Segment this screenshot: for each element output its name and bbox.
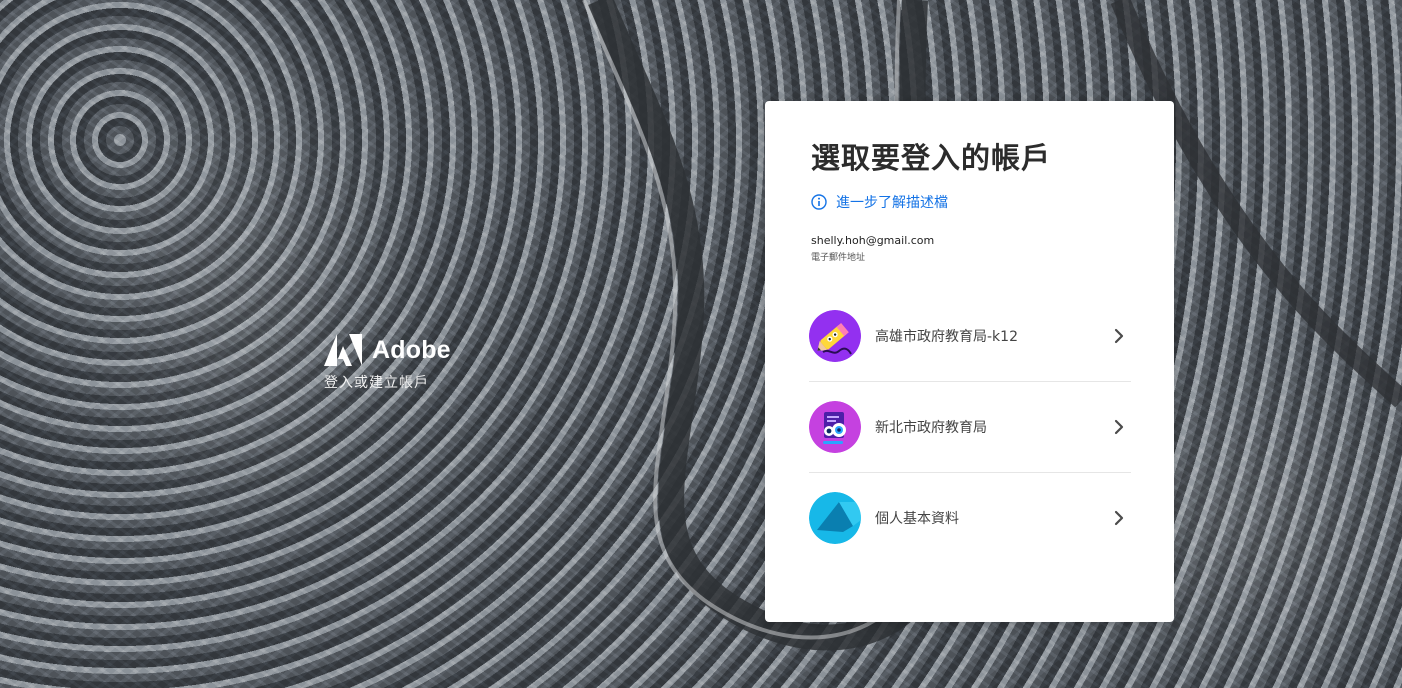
account-list: 高雄市政府教育局-k12 新北市政府教育局 個人基本資料 [809, 291, 1131, 563]
card-title: 選取要登入的帳戶 [811, 141, 1052, 175]
pencil-avatar-icon [809, 310, 861, 362]
learn-more-link[interactable]: 進一步了解描述檔 [811, 192, 948, 212]
account-row-new-taipei[interactable]: 新北市政府教育局 [809, 382, 1131, 473]
email-value: shelly.hoh@gmail.com [811, 234, 935, 247]
learn-more-label: 進一步了解描述檔 [836, 195, 948, 211]
chevron-right-icon [1114, 510, 1124, 526]
brand-row: Adobe [324, 334, 451, 366]
adobe-logo-icon [324, 334, 362, 366]
account-name: 高雄市政府教育局-k12 [875, 329, 1018, 345]
adobe-brand: Adobe 登入或建立帳戶 [324, 334, 451, 392]
brand-subtitle: 登入或建立帳戶 [324, 375, 429, 391]
winding-road-decoration [582, 0, 1402, 651]
account-picker-card: 選取要登入的帳戶 進一步了解描述檔 shelly.hoh@gmail.com 電… [765, 101, 1174, 622]
account-name: 新北市政府教育局 [875, 420, 987, 436]
chevron-right-icon [1114, 328, 1124, 344]
brand-name: Adobe [372, 335, 451, 364]
account-row-personal[interactable]: 個人基本資料 [809, 473, 1131, 563]
account-row-kaohsiung[interactable]: 高雄市政府教育局-k12 [809, 291, 1131, 382]
account-name: 個人基本資料 [875, 511, 959, 527]
personal-avatar-icon [809, 492, 861, 544]
chevron-right-icon [1114, 419, 1124, 435]
login-page: Adobe 登入或建立帳戶 選取要登入的帳戶 進一步了解描述檔 shelly.h… [0, 0, 1402, 688]
info-icon [811, 194, 827, 210]
document-avatar-icon [809, 401, 861, 453]
email-label: 電子郵件地址 [811, 253, 866, 263]
